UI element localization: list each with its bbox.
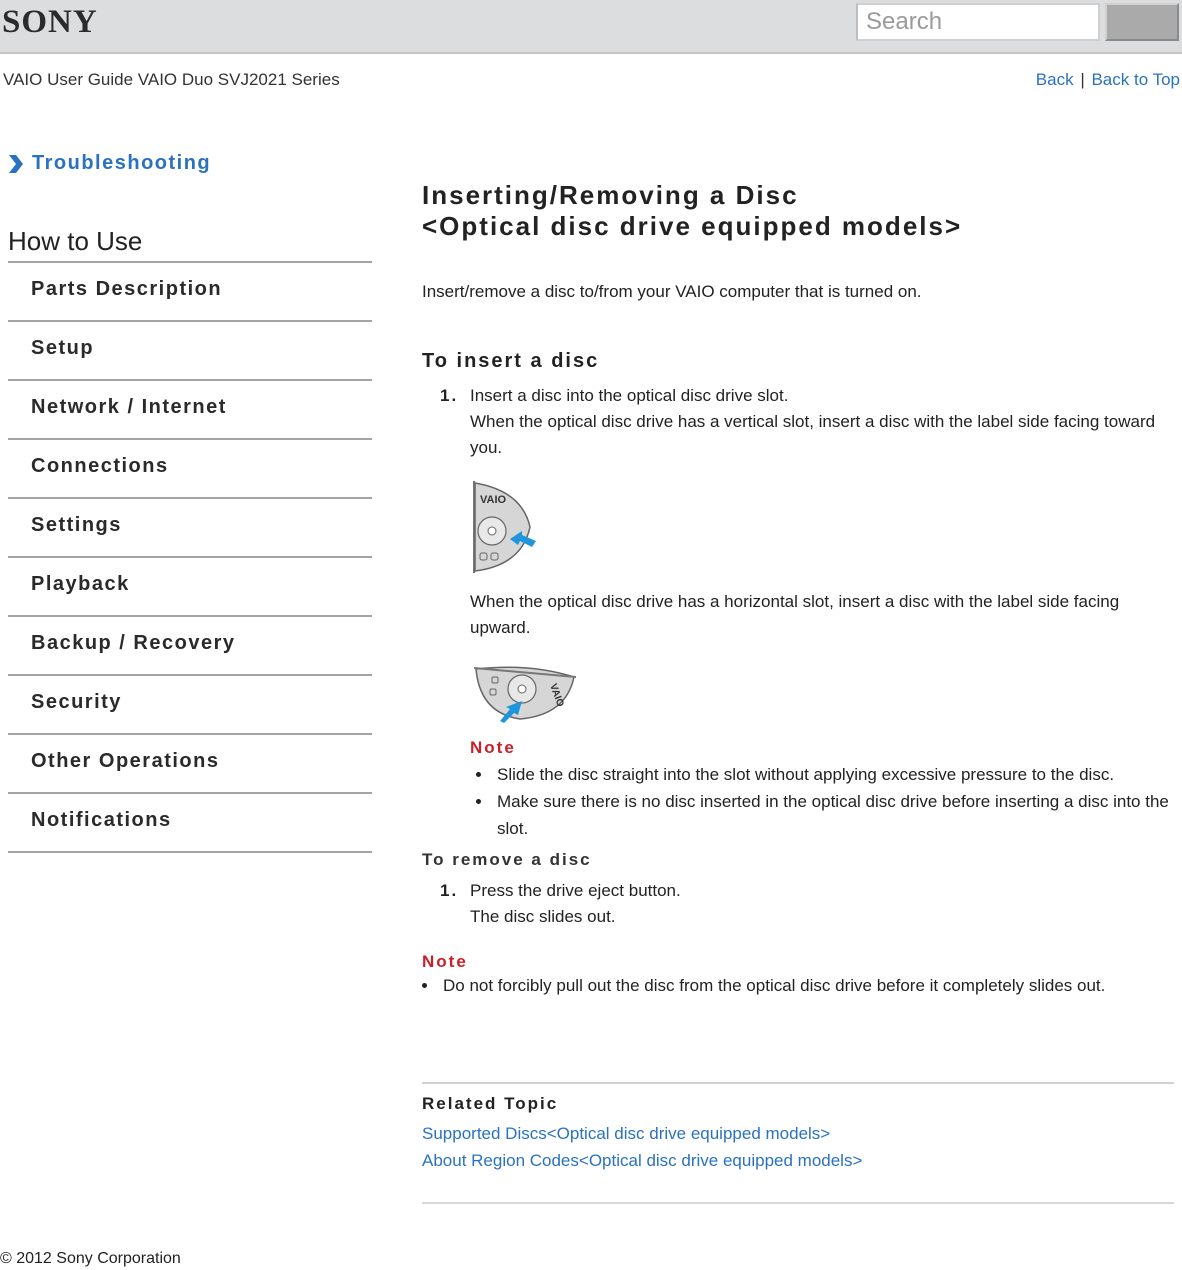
main-content: Inserting/Removing a Disc <Optical disc … <box>422 180 1174 999</box>
remove-notes-list: Do not forcibly pull out the disc from t… <box>416 972 1174 999</box>
sidebar-item-label[interactable]: Backup / Recovery <box>31 632 235 655</box>
sidebar-item-label[interactable]: Security <box>31 691 122 714</box>
note-heading: Note <box>422 952 468 971</box>
note-heading: Note <box>470 738 516 757</box>
note-item: Do not forcibly pull out the disc from t… <box>416 972 1174 999</box>
back-link[interactable]: Back <box>1036 70 1074 89</box>
step-number: 1. <box>440 386 459 405</box>
sidebar-item-security[interactable]: Security <box>8 676 372 735</box>
sidebar-item-label[interactable]: Network / Internet <box>31 396 227 419</box>
step-text: Insert a disc into the optical disc driv… <box>470 386 789 405</box>
insert-heading: To insert a disc <box>422 350 600 372</box>
related-link-supported-discs[interactable]: Supported Discs<Optical disc drive equip… <box>422 1120 1174 1147</box>
top-bar: SONY <box>0 0 1182 54</box>
sidebar-item-label[interactable]: Setup <box>31 337 94 360</box>
sidebar-item-label[interactable]: Connections <box>31 455 169 478</box>
vertical-slot-illustration: VAIO <box>473 481 536 573</box>
top-links: Back | Back to Top <box>1036 70 1180 90</box>
sidebar-item-settings[interactable]: Settings <box>8 499 372 558</box>
page-title-line1: Inserting/Removing a Disc <box>422 180 799 210</box>
sidebar-item-label[interactable]: Parts Description <box>31 278 222 301</box>
sidebar-item-parts-description[interactable]: Parts Description <box>8 263 372 322</box>
sidebar-item-playback[interactable]: Playback <box>8 558 372 617</box>
step-text: Press the drive eject button. <box>470 881 681 900</box>
related-link-region-codes[interactable]: About Region Codes<Optical disc drive eq… <box>422 1147 1174 1174</box>
sidebar-item-label[interactable]: Settings <box>31 514 122 537</box>
guide-title: VAIO User Guide VAIO Duo SVJ2021 Series <box>3 70 340 89</box>
search-button[interactable] <box>1105 3 1179 41</box>
sidebar-item-label[interactable]: Notifications <box>31 809 172 832</box>
intro-text: Insert/remove a disc to/from your VAIO c… <box>422 282 922 301</box>
divider <box>422 1202 1174 1204</box>
chevron-right-icon <box>9 154 23 173</box>
remove-step: 1. Press the drive eject button. The dis… <box>422 878 1174 930</box>
vaio-label: VAIO <box>480 494 507 506</box>
insert-notes-list: Slide the disc straight into the slot wi… <box>470 761 1174 842</box>
sidebar-item-other-operations[interactable]: Other Operations <box>8 735 372 794</box>
sidebar-item-notifications[interactable]: Notifications <box>8 794 372 853</box>
vertical-slot-text: When the optical disc drive has a vertic… <box>470 412 1156 457</box>
sidebar-item-label[interactable]: Playback <box>31 573 130 596</box>
sidebar-item-label[interactable]: Other Operations <box>31 750 219 773</box>
step-detail: The disc slides out. <box>470 907 616 926</box>
sidebar-item-network-internet[interactable]: Network / Internet <box>8 381 372 440</box>
step-number: 1. <box>440 881 459 900</box>
page-title-line2: <Optical disc drive equipped models> <box>422 211 963 241</box>
note-item: Make sure there is no disc inserted in t… <box>470 788 1174 842</box>
sidebar-item-setup[interactable]: Setup <box>8 322 372 381</box>
related-heading: Related Topic <box>422 1094 559 1113</box>
link-separator: | <box>1080 70 1085 89</box>
sidebar-item-backup-recovery[interactable]: Backup / Recovery <box>8 617 372 676</box>
note-item: Slide the disc straight into the slot wi… <box>470 761 1174 788</box>
troubleshooting-link[interactable]: Troubleshooting <box>32 152 211 175</box>
horizontal-slot-illustration: VAIO <box>473 666 577 723</box>
related-topics: Related Topic Supported Discs<Optical di… <box>422 1082 1174 1174</box>
troubleshooting-nav[interactable]: Troubleshooting <box>8 152 211 175</box>
copyright: © 2012 Sony Corporation <box>0 1250 181 1267</box>
sidebar-nav: Parts Description Setup Network / Intern… <box>8 261 372 853</box>
sidebar-item-connections[interactable]: Connections <box>8 440 372 499</box>
back-to-top-link[interactable]: Back to Top <box>1091 70 1180 89</box>
search-input[interactable] <box>856 3 1100 41</box>
remove-heading: To remove a disc <box>422 850 592 869</box>
horizontal-slot-text: When the optical disc drive has a horizo… <box>470 592 1120 637</box>
sony-logo: SONY <box>2 4 98 40</box>
insert-step: 1. Insert a disc into the optical disc d… <box>422 383 1174 842</box>
page-title: Inserting/Removing a Disc <Optical disc … <box>422 180 1174 242</box>
sidebar-section-title: How to Use <box>8 226 143 256</box>
